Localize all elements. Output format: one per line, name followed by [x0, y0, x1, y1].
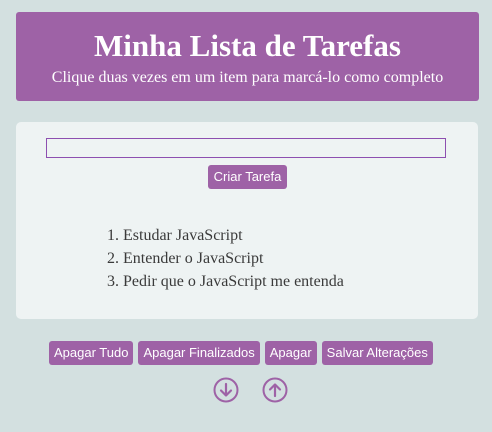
move-controls: [213, 377, 307, 403]
task-item[interactable]: Entender o JavaScript: [123, 247, 344, 270]
save-changes-button[interactable]: Salvar Alterações: [321, 341, 433, 365]
page-subtitle: Clique duas vezes em um item para marcá-…: [51, 69, 444, 86]
page-title: Minha Lista de Tarefas: [94, 28, 401, 63]
task-list: Estudar JavaScript Entender o JavaScript…: [98, 224, 344, 293]
task-input[interactable]: [46, 138, 446, 158]
create-task-button[interactable]: Criar Tarefa: [208, 165, 287, 189]
actions-bar: Apagar Tudo Apagar Finalizados Apagar Salva…: [49, 341, 438, 365]
task-card: Criar Tarefa Estudar JavaScript Entender…: [16, 122, 478, 319]
task-item[interactable]: Estudar JavaScript: [123, 224, 344, 247]
clear-all-button[interactable]: Apagar Tudo: [49, 341, 134, 365]
clear-completed-button[interactable]: Apagar Finalizados: [138, 341, 260, 365]
task-item[interactable]: Pedir que o JavaScript me entenda: [123, 270, 344, 293]
arrow-up-circle-icon[interactable]: [262, 377, 288, 403]
delete-button[interactable]: Apagar: [264, 341, 317, 365]
arrow-down-circle-icon[interactable]: [213, 377, 239, 403]
app-header: Minha Lista de Tarefas Clique duas vezes…: [16, 12, 479, 101]
